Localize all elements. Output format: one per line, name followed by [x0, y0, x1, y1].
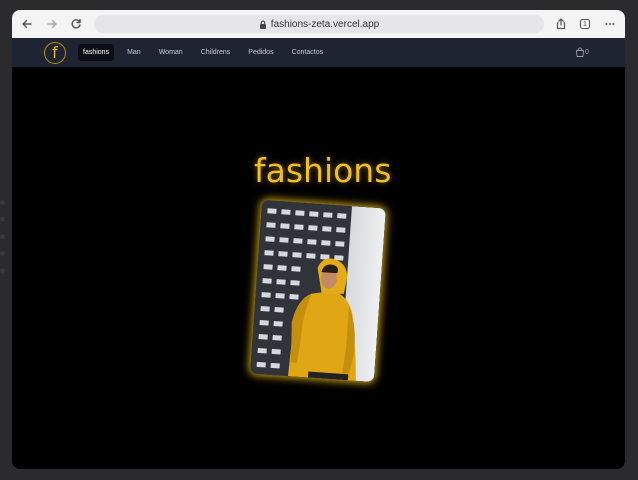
logo-letter: f	[52, 43, 58, 62]
nav-item-man[interactable]: Man	[122, 44, 146, 61]
photo-man-yellow-hoodie-icon	[250, 199, 386, 383]
nav-item-contactos[interactable]: Contactos	[287, 44, 329, 61]
tabs-button[interactable]: 1	[576, 15, 594, 33]
reload-button[interactable]	[67, 15, 85, 33]
site-navbar: f fashions Man Woman Childrens Pedidos C…	[12, 38, 625, 67]
main-menu: fashions Man Woman Childrens Pedidos Con…	[78, 42, 336, 62]
nav-item-woman[interactable]: Woman	[154, 44, 188, 61]
forward-button[interactable]	[43, 15, 61, 33]
cart-count: 0	[585, 48, 589, 56]
nav-item-pedidos[interactable]: Pedidos	[243, 44, 278, 61]
reload-icon	[71, 18, 81, 29]
arrow-right-icon	[47, 19, 57, 29]
edge-indicators	[0, 200, 5, 285]
share-icon	[556, 18, 566, 30]
address-bar[interactable]: fashions-zeta.vercel.app	[94, 15, 544, 33]
browser-toolbar: fashions-zeta.vercel.app 1	[12, 10, 625, 39]
url-text: fashions-zeta.vercel.app	[270, 18, 380, 30]
browser-window: fashions-zeta.vercel.app 1 f fashions Ma…	[12, 10, 625, 469]
tab-count: 1	[583, 20, 587, 28]
hero-title: fashions	[254, 151, 392, 190]
lock-icon	[259, 20, 267, 29]
more-icon	[605, 23, 615, 25]
shopping-bag-icon	[576, 47, 584, 57]
cart-button[interactable]: 0	[575, 47, 589, 57]
share-button[interactable]	[552, 15, 570, 33]
arrow-left-icon	[22, 19, 32, 29]
nav-item-childrens[interactable]: Childrens	[196, 44, 236, 61]
brand-logo[interactable]: f	[44, 42, 66, 64]
back-button[interactable]	[18, 15, 36, 33]
more-button[interactable]	[601, 15, 619, 33]
hero-image	[250, 199, 386, 383]
nav-item-fashions[interactable]: fashions	[78, 43, 115, 61]
